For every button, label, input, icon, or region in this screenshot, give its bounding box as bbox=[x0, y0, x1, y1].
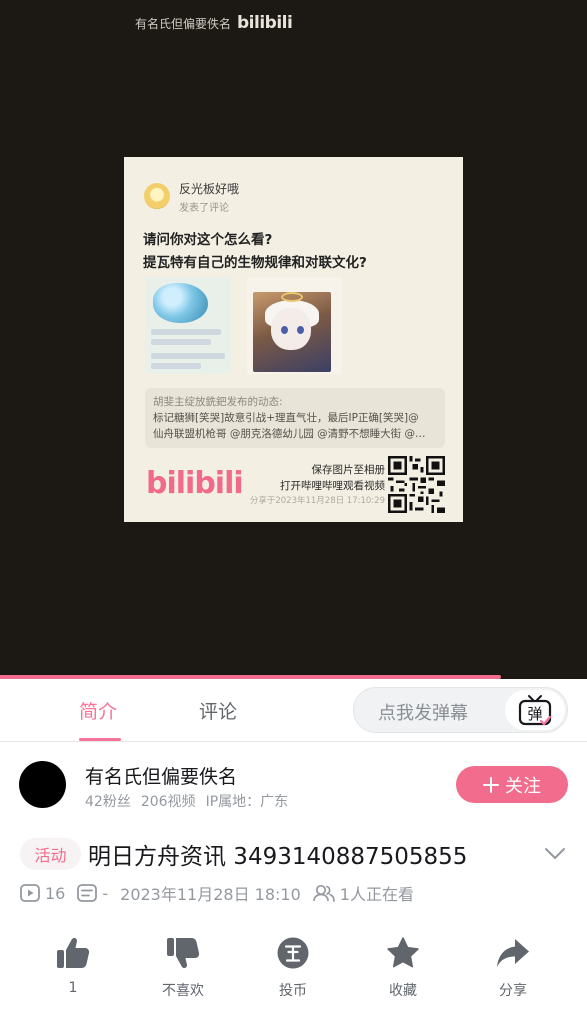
danmaku-count: - bbox=[102, 883, 109, 903]
save-hint: 保存图片至相册 打开哔哩哔哩观看视频 bbox=[280, 462, 385, 494]
play-count: 16 bbox=[45, 883, 66, 903]
share-card-frame: 反光板好哦 发表了评论 请问你对这个怎么看? 提瓦特有自己的生物规律和对联文化?… bbox=[124, 157, 463, 522]
tab-bar: 简介 评论 点我发弹幕 弹 bbox=[0, 679, 587, 742]
tab-comments[interactable]: 评论 bbox=[199, 697, 237, 724]
video-title: 明日方舟资讯 3493140887505855 bbox=[88, 844, 468, 870]
like-button[interactable]: 1 bbox=[33, 936, 113, 996]
follow-button[interactable]: 关注 bbox=[456, 766, 568, 803]
plus-icon bbox=[483, 776, 499, 793]
like-count: 1 bbox=[68, 980, 78, 996]
qr-code-icon bbox=[388, 456, 445, 513]
share-time: 分享于2023年11月28日 17:10:29 bbox=[249, 496, 385, 506]
coin-label: 投币 bbox=[279, 983, 307, 999]
activity-tag[interactable]: 活动 bbox=[20, 838, 81, 870]
favorite-label: 收藏 bbox=[389, 983, 417, 999]
video-player[interactable]: 有名氏但偏要佚名 bilibili 反光板好哦 发表了评论 请问你对这个怎么看?… bbox=[0, 0, 587, 679]
tab-active-indicator bbox=[79, 738, 121, 741]
coin-icon bbox=[277, 937, 309, 969]
comment-image-left bbox=[145, 277, 231, 374]
danmaku-placeholder: 点我发弹幕 bbox=[378, 703, 468, 724]
star-icon bbox=[387, 937, 419, 968]
comment-image-right bbox=[247, 277, 342, 374]
share-icon bbox=[497, 939, 529, 967]
uploader-fans: 42粉丝 bbox=[85, 794, 131, 810]
danmaku-input[interactable]: 点我发弹幕 弹 bbox=[353, 687, 568, 733]
watching-count: 1人正在看 bbox=[339, 885, 414, 904]
uploader-name[interactable]: 有名氏但偏要佚名 bbox=[85, 762, 237, 789]
danmaku-count-icon bbox=[77, 884, 98, 902]
quoted-post: 胡斐主绽放銑鈀发布的动态: 标记糖狮[笑哭]故意引战+理直气壮，最后IP正确[笑… bbox=[145, 388, 445, 448]
danmaku-icon: 弹 bbox=[518, 695, 552, 726]
comment-question-line2: 提瓦特有自己的生物规律和对联文化? bbox=[143, 255, 367, 271]
thumbs-up-icon bbox=[57, 937, 90, 968]
watermark-logo: bilibili bbox=[237, 13, 293, 33]
video-watermark: 有名氏但偏要佚名 bilibili bbox=[135, 12, 293, 34]
commenter-avatar bbox=[144, 183, 170, 209]
tab-intro[interactable]: 简介 bbox=[79, 697, 117, 724]
watermark-text: 有名氏但偏要佚名 bbox=[135, 16, 232, 31]
chevron-down-icon[interactable] bbox=[544, 845, 566, 861]
uploader-videos: 206视频 bbox=[140, 794, 196, 810]
danmaku-toggle-button[interactable]: 弹 bbox=[505, 690, 565, 730]
coin-button[interactable]: 投币 bbox=[253, 936, 333, 1000]
quoted-post-line1: 标记糖狮[笑哭]故意引战+理直气壮，最后IP正确[笑哭]@ bbox=[153, 412, 419, 424]
quoted-post-title: 胡斐主绽放銑鈀发布的动态: bbox=[153, 396, 283, 408]
uploader-ip: IP属地：广东 bbox=[205, 794, 289, 810]
play-count-icon bbox=[20, 884, 40, 902]
viewers-icon bbox=[312, 884, 335, 902]
dislike-label: 不喜欢 bbox=[162, 983, 204, 999]
save-hint-line2: 打开哔哩哔哩观看视频 bbox=[280, 480, 385, 492]
dislike-button[interactable]: 不喜欢 bbox=[143, 936, 223, 1000]
comment-question-line1: 请问你对这个怎么看? bbox=[143, 232, 273, 248]
share-button[interactable]: 分享 bbox=[473, 936, 553, 1000]
save-hint-line1: 保存图片至相册 bbox=[311, 464, 386, 476]
quoted-post-line2: 仙舟联盟机枪哥 @朋克洛德幼儿园 @清野不想睡大街 @… bbox=[153, 428, 426, 440]
follow-label: 关注 bbox=[505, 775, 541, 797]
uploader-avatar[interactable] bbox=[19, 761, 66, 808]
favorite-button[interactable]: 收藏 bbox=[363, 936, 443, 1000]
uploader-meta: 42粉丝 206视频 IP属地：广东 bbox=[85, 791, 298, 811]
commenter-name: 反光板好哦 bbox=[179, 182, 240, 196]
comment-action: 发表了评论 bbox=[179, 203, 229, 214]
share-label: 分享 bbox=[499, 983, 527, 999]
video-stats: 16 - 2023年11月28日 18:10 1人正在看 bbox=[20, 881, 426, 905]
publish-date: 2023年11月28日 18:10 bbox=[120, 885, 301, 904]
thumbs-down-icon bbox=[167, 938, 200, 969]
bilibili-logo: bilibili bbox=[146, 466, 244, 501]
